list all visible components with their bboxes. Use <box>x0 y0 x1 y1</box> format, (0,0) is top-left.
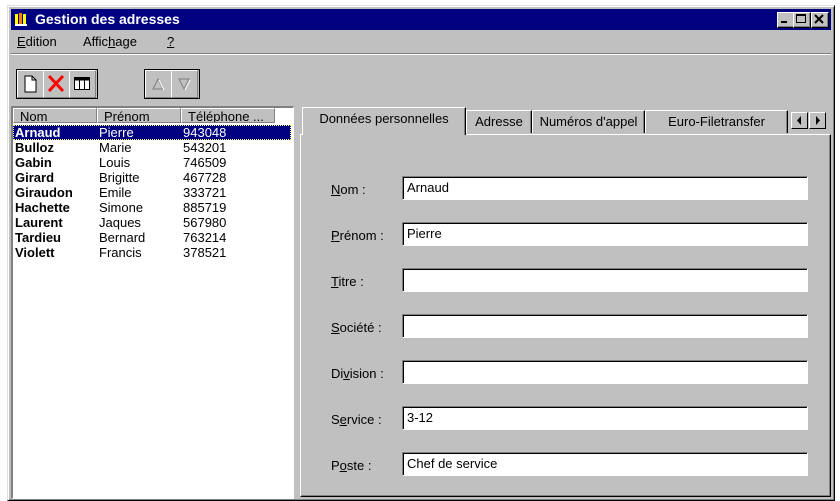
list-row[interactable]: Arnaud Pierre 943048 <box>13 125 291 140</box>
column-header-prenom[interactable]: Prénom <box>97 108 181 123</box>
cell-nom: Arnaud <box>15 125 61 140</box>
delete-icon <box>47 74 65 93</box>
poste-field[interactable]: Chef de service <box>402 452 808 476</box>
personal-data-page: Nom : Arnaud Prénom : Pierre Titre : Soc… <box>300 134 831 497</box>
label-nom: Nom : <box>331 182 366 197</box>
new-button[interactable] <box>17 70 44 98</box>
tab-euro-filetransfer[interactable]: Euro-Filetransfer <box>645 110 788 133</box>
sort-up-button[interactable] <box>145 70 172 98</box>
toolbar-group-sort <box>144 69 200 99</box>
cell-nom: Gabin <box>15 155 52 170</box>
close-icon <box>814 14 824 24</box>
label-prenom: Prénom : <box>331 228 384 243</box>
title-bar[interactable]: Gestion des adresses <box>11 9 831 30</box>
cell-telephone: 943048 <box>183 125 227 140</box>
list-row[interactable]: Hachette Simone 885719 <box>13 200 291 215</box>
minimize-icon <box>781 21 787 23</box>
app-window: Gestion des adresses Edition Affichage ? <box>7 5 835 501</box>
column-header-nom[interactable]: Nom <box>13 108 97 123</box>
cell-telephone: 378521 <box>183 245 227 260</box>
column-header-telephone[interactable]: Téléphone ... <box>181 108 275 123</box>
tab-scroll-right-button[interactable] <box>809 112 826 129</box>
list-row[interactable]: Violett Francis 378521 <box>13 245 291 260</box>
toolbar <box>11 53 831 106</box>
cell-nom: Girard <box>15 170 55 185</box>
maximize-button[interactable] <box>793 12 811 28</box>
sort-down-button[interactable] <box>171 70 198 98</box>
arrow-right-icon <box>816 116 820 125</box>
tab-numeros-appel[interactable]: Numéros d'appel <box>532 110 645 133</box>
list-row[interactable]: Laurent Jaques 567980 <box>13 215 291 230</box>
sort-down-icon <box>178 78 191 91</box>
app-icon <box>15 13 27 26</box>
cell-prenom: Bernard <box>99 230 146 245</box>
tab-control: Données personnelles Adresse Numéros d'a… <box>300 106 831 497</box>
label-societe: Société : <box>331 320 382 335</box>
splitter-handle[interactable] <box>294 106 298 498</box>
cell-prenom: Jaques <box>99 215 141 230</box>
list-row[interactable]: Bulloz Marie 543201 <box>13 140 291 155</box>
menu-help[interactable]: ? <box>167 34 174 49</box>
new-icon <box>24 75 37 93</box>
close-button[interactable] <box>811 12 829 28</box>
tab-donnees-personnelles[interactable]: Données personnelles <box>302 107 466 135</box>
label-division: Division : <box>331 366 384 381</box>
columns-icon <box>74 77 90 90</box>
menu-edition[interactable]: Edition <box>17 34 57 49</box>
cell-nom: Hachette <box>15 200 70 215</box>
tab-scroll-left-button[interactable] <box>791 112 808 129</box>
cell-prenom: Louis <box>99 155 131 170</box>
cell-nom: Laurent <box>15 215 63 230</box>
societe-field[interactable] <box>402 314 808 338</box>
prenom-field[interactable]: Pierre <box>402 222 808 246</box>
sort-up-icon <box>152 77 165 91</box>
cell-prenom: Marie <box>99 140 132 155</box>
list-row[interactable]: Tardieu Bernard 763214 <box>13 230 291 245</box>
cell-prenom: Francis <box>99 245 142 260</box>
window-title: Gestion des adresses <box>35 11 180 27</box>
cell-telephone: 467728 <box>183 170 227 185</box>
cell-nom: Tardieu <box>15 230 61 245</box>
service-field[interactable]: 3-12 <box>402 406 808 430</box>
menu-bar: Edition Affichage ? <box>11 32 831 52</box>
cell-telephone: 333721 <box>183 185 227 200</box>
division-field[interactable] <box>402 360 808 384</box>
tab-scroll-arrows <box>791 112 827 129</box>
list-header: Nom Prénom Téléphone ... <box>13 108 291 125</box>
label-poste: Poste : <box>331 458 372 473</box>
cell-telephone: 746509 <box>183 155 227 170</box>
cell-telephone: 567980 <box>183 215 227 230</box>
list-row[interactable]: Giraudon Emile 333721 <box>13 185 291 200</box>
cell-prenom: Pierre <box>99 125 134 140</box>
label-service: Service : <box>331 412 382 427</box>
toolbar-group-edit <box>16 69 98 99</box>
cell-prenom: Brigitte <box>99 170 140 185</box>
maximize-icon <box>796 14 806 23</box>
label-titre: Titre : <box>331 274 364 289</box>
cell-prenom: Emile <box>99 185 132 200</box>
titre-field[interactable] <box>402 268 808 292</box>
nom-field[interactable]: Arnaud <box>402 176 808 200</box>
cell-nom: Bulloz <box>15 140 54 155</box>
cell-telephone: 885719 <box>183 200 227 215</box>
cell-nom: Violett <box>15 245 55 260</box>
cell-nom: Giraudon <box>15 185 73 200</box>
address-list[interactable]: Nom Prénom Téléphone ... Arnaud Pierre 9… <box>11 106 294 499</box>
arrow-left-icon <box>797 116 801 125</box>
list-row[interactable]: Girard Brigitte 467728 <box>13 170 291 185</box>
menu-affichage[interactable]: Affichage <box>83 34 137 49</box>
delete-button[interactable] <box>43 70 70 98</box>
cell-telephone: 543201 <box>183 140 227 155</box>
cell-telephone: 763214 <box>183 230 227 245</box>
cell-prenom: Simone <box>99 200 144 215</box>
tab-adresse[interactable]: Adresse <box>466 110 532 133</box>
columns-button[interactable] <box>69 70 96 98</box>
list-row[interactable]: Gabin Louis 746509 <box>13 155 291 170</box>
